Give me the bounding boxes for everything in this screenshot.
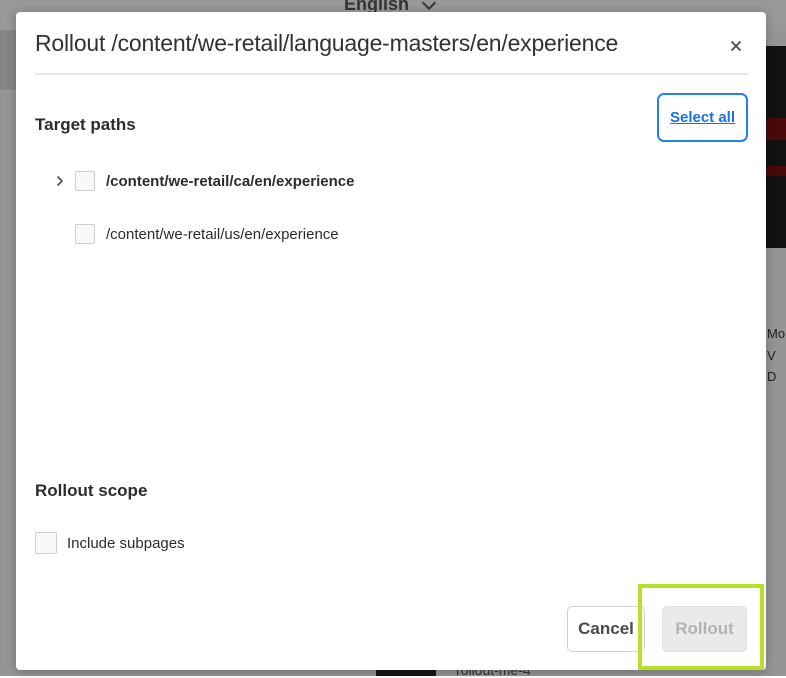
include-subpages-row: Include subpages — [35, 532, 185, 554]
target-path-checkbox[interactable] — [75, 224, 95, 244]
include-subpages-checkbox[interactable] — [35, 532, 57, 554]
chevron-right-icon — [57, 176, 63, 186]
target-path-label: /content/we-retail/us/en/experience — [106, 225, 339, 243]
select-all-button[interactable]: Select all — [658, 94, 747, 141]
close-button[interactable] — [724, 34, 748, 58]
rollout-scope-heading: Rollout scope — [35, 481, 148, 500]
title-divider — [35, 73, 748, 75]
cancel-button[interactable]: Cancel — [567, 606, 645, 652]
target-path-row: /content/we-retail/us/en/experience — [54, 222, 339, 246]
target-path-checkbox[interactable] — [75, 171, 95, 191]
expand-chevron[interactable] — [54, 169, 66, 193]
close-icon — [731, 41, 741, 51]
dialog-title: Rollout /content/we-retail/language-mast… — [35, 30, 619, 56]
rollout-button[interactable]: Rollout — [662, 606, 747, 652]
target-path-label: /content/we-retail/ca/en/experience — [106, 172, 355, 190]
rollout-dialog: Rollout /content/we-retail/language-mast… — [16, 12, 766, 670]
target-paths-heading: Target paths — [35, 115, 136, 134]
target-path-row: /content/we-retail/ca/en/experience — [54, 169, 354, 193]
include-subpages-label: Include subpages — [67, 534, 185, 552]
